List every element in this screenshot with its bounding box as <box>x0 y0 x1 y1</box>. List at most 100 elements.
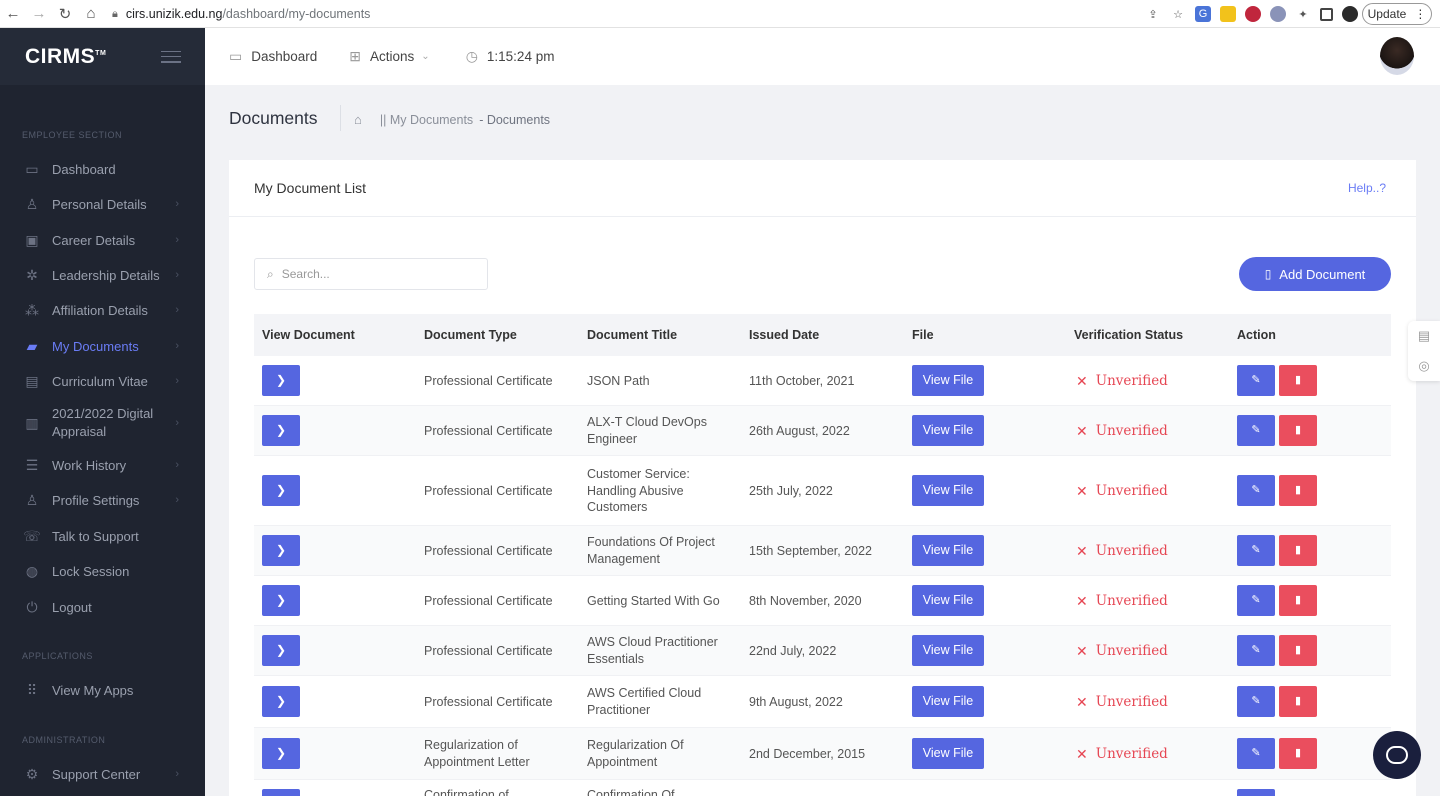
delete-button[interactable]: ▮ <box>1279 686 1317 717</box>
delete-button[interactable]: ▮ <box>1279 475 1317 506</box>
sidebar-item-leadership-details[interactable]: ✲ Leadership Details › <box>0 264 205 286</box>
edit-button[interactable]: ✎ <box>1237 475 1275 506</box>
top-dashboard-link[interactable]: ▭ Dashboard <box>229 48 317 65</box>
record-extension-icon[interactable] <box>1245 6 1261 22</box>
view-document-button[interactable]: ❯ <box>262 738 300 769</box>
cell-date: 25th July, 2022 <box>749 483 833 498</box>
view-file-button[interactable]: View File <box>912 365 984 396</box>
chat-launcher-button[interactable] <box>1373 731 1421 779</box>
view-document-button[interactable]: ❯ <box>262 475 300 506</box>
delete-button[interactable]: ▮ <box>1279 415 1317 446</box>
view-file-button[interactable]: View File <box>912 415 984 446</box>
cell-date: 8th November, 2020 <box>749 593 862 608</box>
delete-button[interactable]: ▮ <box>1279 738 1317 769</box>
cell-type: Confirmation of <box>424 788 509 796</box>
back-icon[interactable]: ← <box>0 0 26 28</box>
document-list-card: My Document List Help..? ⌕ ▯ Add Documen… <box>229 160 1416 796</box>
view-file-button[interactable]: View File <box>912 535 984 566</box>
view-document-button[interactable]: ❯ <box>262 415 300 446</box>
view-file-button[interactable]: View File <box>912 585 984 616</box>
avatar[interactable] <box>1380 37 1414 75</box>
th-verification-status: Verification Status <box>1074 328 1184 342</box>
help-link[interactable]: Help..? <box>1348 181 1386 195</box>
sidebar-item-my-documents[interactable]: ▰ My Documents › <box>0 335 205 357</box>
close-icon: ✕ <box>1076 372 1088 389</box>
sidebar-item-personal-details[interactable]: ♙ Personal Details › <box>0 193 205 215</box>
delete-button[interactable]: ▮ <box>1279 635 1317 666</box>
action-cell: ✎ ▮ <box>1237 738 1317 769</box>
sidebar-item-dashboard[interactable]: ▭ Dashboard <box>0 158 205 180</box>
breadcrumb-item-my-documents[interactable]: || My Documents <box>380 113 473 127</box>
top-actions-dropdown[interactable]: ⊞ Actions ⌄ <box>349 48 429 65</box>
profile-avatar-icon[interactable] <box>1342 6 1358 22</box>
logo[interactable]: CIRMSTM <box>25 45 106 69</box>
search-field[interactable]: ⌕ <box>254 258 488 290</box>
view-document-button[interactable] <box>262 789 300 796</box>
table-row: ❯ Professional Certificate ALX-T Cloud D… <box>254 406 1391 456</box>
sidebar-item-affiliation-details[interactable]: ⁂ Affiliation Details › <box>0 299 205 321</box>
view-document-button[interactable]: ❯ <box>262 686 300 717</box>
delete-button[interactable]: ▮ <box>1279 585 1317 616</box>
view-file-button[interactable]: View File <box>912 686 984 717</box>
view-document-button[interactable]: ❯ <box>262 635 300 666</box>
sidebar-item-label: Leadership Details <box>52 267 160 283</box>
edit-button[interactable]: ✎ <box>1237 738 1275 769</box>
sidebar-item-work-history[interactable]: ☰ Work History › <box>0 454 205 476</box>
sidebar-item-profile-settings[interactable]: ♙ Profile Settings › <box>0 489 205 511</box>
file-cell: View File <box>912 365 984 396</box>
sidepanel-icon[interactable] <box>1320 7 1333 21</box>
view-cell: ❯ <box>262 585 300 616</box>
cell-title: JSON Path <box>587 373 650 388</box>
cell-title: Regularization Of Appointment <box>587 738 684 769</box>
edit-button[interactable]: ✎ <box>1237 686 1275 717</box>
sidebar-item-label: Lock Session <box>52 563 130 579</box>
cell-title: Getting Started With Go <box>587 593 720 608</box>
view-file-button[interactable]: View File <box>912 475 984 506</box>
translate-extension-icon[interactable]: G <box>1195 6 1211 22</box>
shield-extension-icon[interactable] <box>1270 6 1286 22</box>
sidebar-item-label: Profile Settings <box>52 492 140 508</box>
edit-button[interactable]: ✎ <box>1237 635 1275 666</box>
delete-button[interactable]: ▮ <box>1279 535 1317 566</box>
sidebar-item-logout[interactable]: ⏻ Logout <box>0 596 205 618</box>
edit-button[interactable]: ✎ <box>1237 365 1275 396</box>
edit-button[interactable] <box>1237 789 1275 796</box>
edit-button[interactable]: ✎ <box>1237 585 1275 616</box>
grid-icon: ⠿ <box>26 681 38 698</box>
sidebar-item-career-details[interactable]: ▣ Career Details › <box>0 229 205 251</box>
edit-button[interactable]: ✎ <box>1237 535 1275 566</box>
power-icon: ⏻ <box>26 598 38 615</box>
sidebar-item-curriculum-vitae[interactable]: ▤ Curriculum Vitae › <box>0 370 205 392</box>
edit-button[interactable]: ✎ <box>1237 415 1275 446</box>
chevron-right-icon: › <box>175 340 179 352</box>
forward-icon[interactable]: → <box>26 0 52 28</box>
view-document-button[interactable]: ❯ <box>262 365 300 396</box>
view-file-button[interactable]: View File <box>912 738 984 769</box>
address-bar[interactable]: 🔒︎ cirs.unizik.edu.ng/dashboard/my-docum… <box>112 3 1172 25</box>
note-extension-icon[interactable] <box>1220 6 1236 22</box>
search-input[interactable] <box>281 267 462 281</box>
sidebar-item-talk-to-support[interactable]: ☏ Talk to Support <box>0 525 205 547</box>
view-document-button[interactable]: ❯ <box>262 535 300 566</box>
view-document-button[interactable]: ❯ <box>262 585 300 616</box>
puzzle-icon[interactable]: ✦ <box>1295 6 1311 22</box>
sidebar-item-support-center[interactable]: ⚙︎ Support Center › <box>0 763 205 785</box>
view-file-button[interactable]: View File <box>912 635 984 666</box>
book-icon[interactable]: ▤ <box>1418 328 1430 344</box>
update-button[interactable]: Update ⋮ <box>1362 3 1432 25</box>
settings-icon: ♙ <box>25 491 39 508</box>
delete-button[interactable]: ▮ <box>1279 365 1317 396</box>
home-icon[interactable]: ⌂ <box>78 0 104 28</box>
breadcrumb: ⌂ || My Documents - Documents <box>354 112 550 127</box>
add-document-button[interactable]: ▯ Add Document <box>1239 257 1391 291</box>
share-icon[interactable]: ⇪ <box>1145 6 1161 22</box>
star-icon[interactable]: ☆ <box>1170 6 1186 22</box>
sidebar-item-digital-appraisal[interactable]: ▥ 2021/2022 Digital Appraisal › <box>0 404 205 442</box>
lifebuoy-icon[interactable]: ◎ <box>1418 358 1429 374</box>
sidebar-item-lock-session[interactable]: ◍ Lock Session <box>0 560 205 582</box>
reload-icon[interactable]: ↻ <box>52 0 78 28</box>
hamburger-icon[interactable] <box>161 50 181 63</box>
home-icon[interactable]: ⌂ <box>354 112 362 127</box>
top-clock: ◷ 1:15:24 pm <box>466 48 555 65</box>
sidebar-item-view-my-apps[interactable]: ⠿ View My Apps <box>0 679 205 701</box>
